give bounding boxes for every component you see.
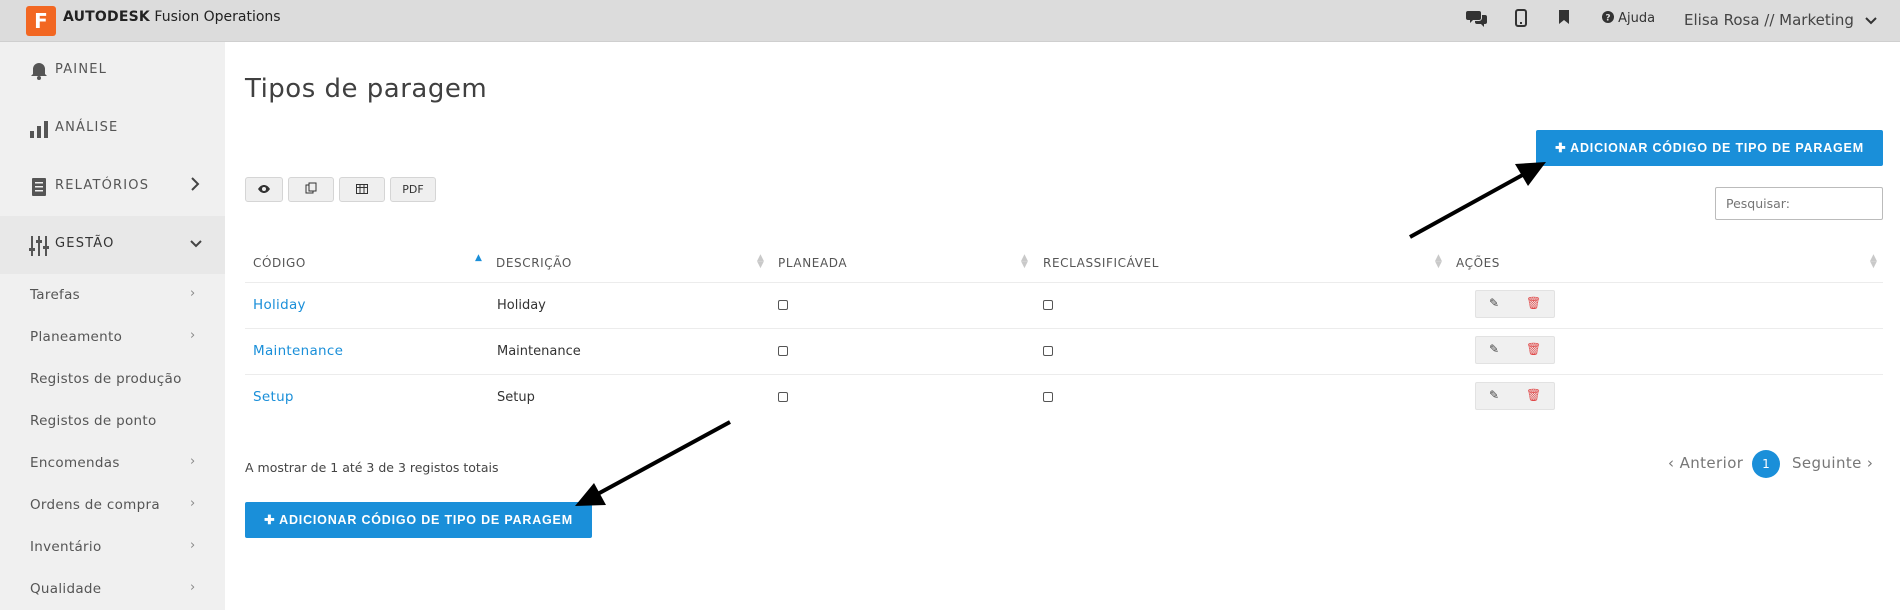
annotation-arrowhead-top — [1515, 162, 1546, 186]
annotation-arrow-bottom — [593, 420, 731, 498]
annotation-arrows — [575, 162, 1546, 506]
annotation-arrow-top — [1409, 170, 1529, 239]
annotation-arrowhead-bottom — [575, 483, 606, 506]
